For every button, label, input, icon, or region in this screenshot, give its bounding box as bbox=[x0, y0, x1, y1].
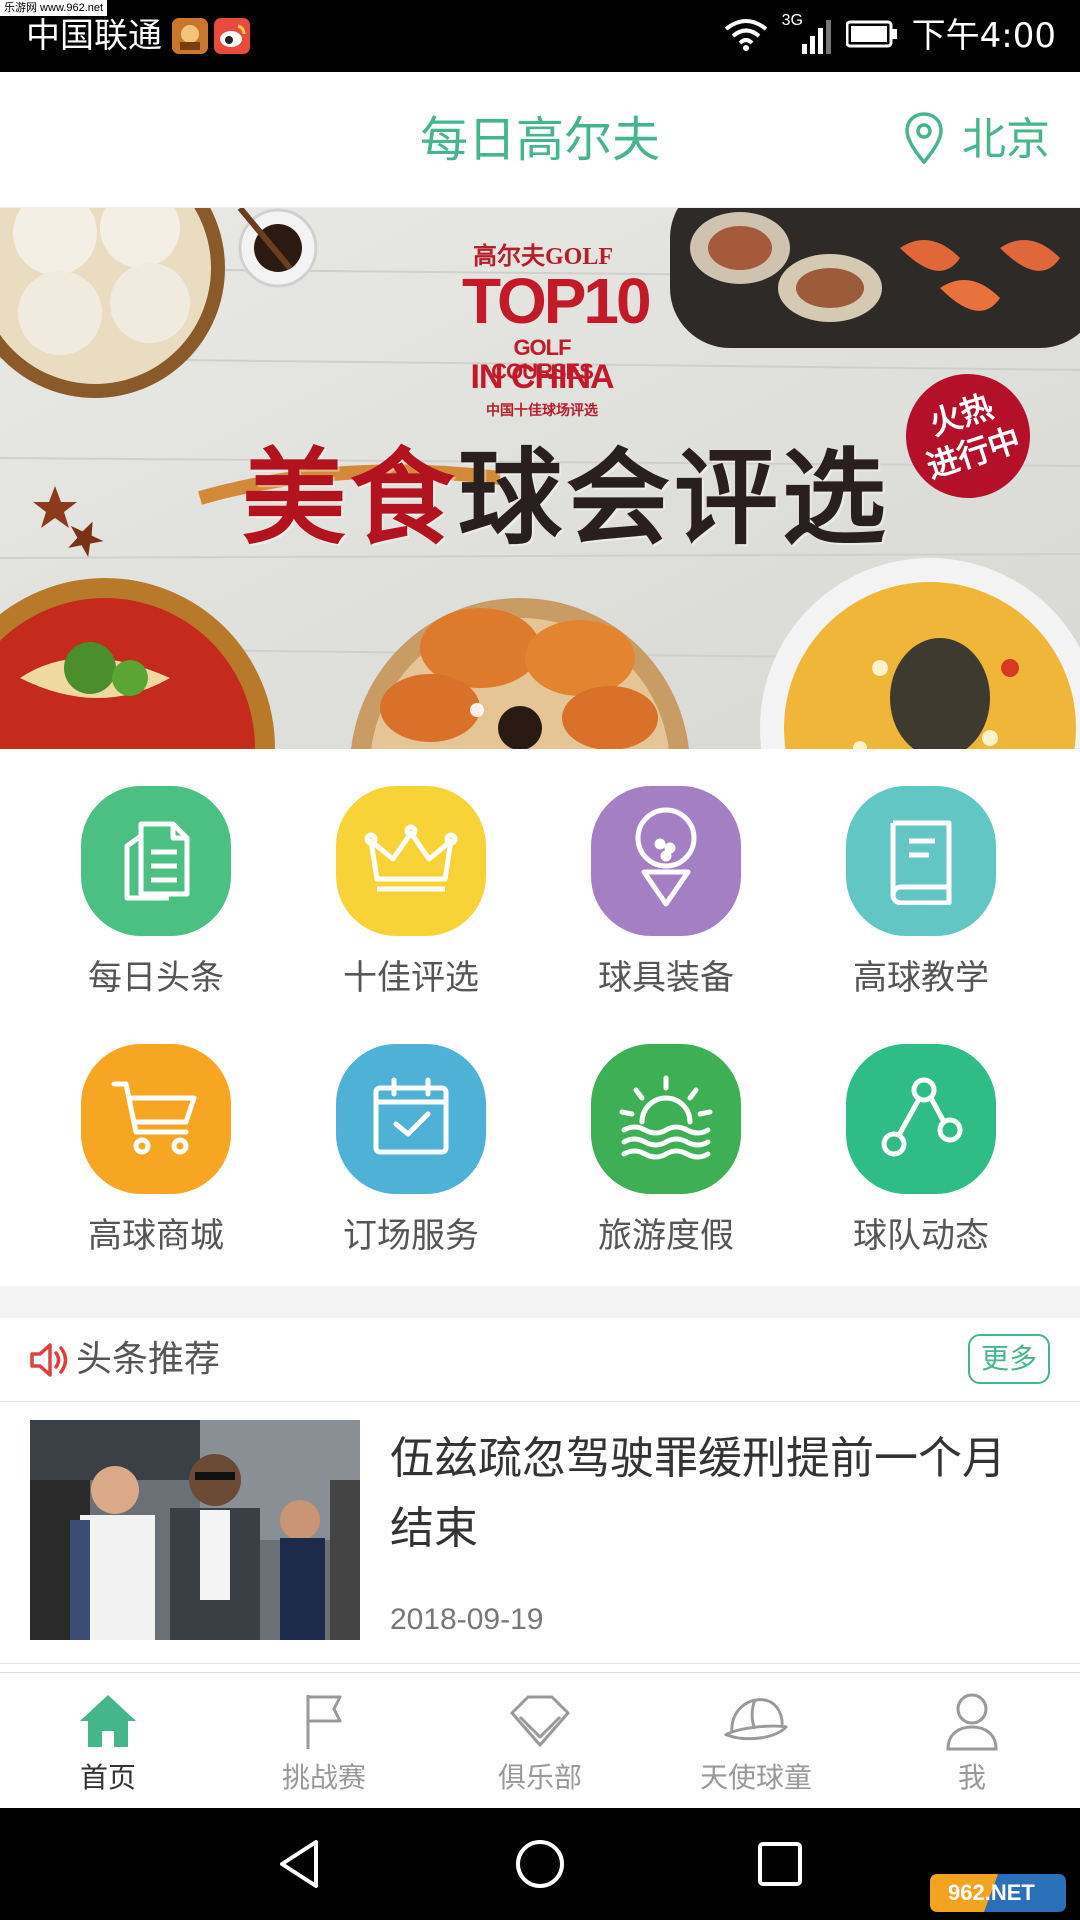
grid-label: 球具装备 bbox=[598, 958, 734, 998]
recents-button[interactable] bbox=[748, 1832, 812, 1896]
home-circle-icon bbox=[516, 1840, 564, 1888]
section-title: 头条推荐 bbox=[76, 1339, 221, 1380]
cap-icon bbox=[722, 1687, 790, 1755]
tab-label: 我 bbox=[957, 1761, 986, 1794]
back-triangle-icon bbox=[280, 1840, 318, 1888]
banner-headline-part2: 球会评选 bbox=[458, 436, 891, 559]
grid-label: 每日头条 bbox=[88, 958, 224, 998]
tab-label: 首页 bbox=[79, 1761, 136, 1794]
home-icon bbox=[74, 1687, 142, 1755]
banner-headline: 美食球会评选 bbox=[196, 428, 936, 568]
grid-label: 高球商城 bbox=[88, 1216, 224, 1256]
calendar-check-icon bbox=[366, 1072, 456, 1166]
signal-icon: 3G bbox=[782, 12, 832, 56]
tab-label: 俱乐部 bbox=[497, 1761, 582, 1794]
promo-banner[interactable]: 高尔夫GOLF TOP10 GOLF COURSES IN CHINA 中国十佳… bbox=[0, 208, 1080, 749]
status-indicators: 3G 下午4:00 bbox=[724, 12, 1056, 58]
diamond-icon bbox=[506, 1687, 574, 1755]
section-divider bbox=[0, 1286, 1080, 1318]
flag-icon bbox=[290, 1687, 358, 1755]
tab-label: 挑战赛 bbox=[281, 1761, 366, 1794]
bottom-tab-bar: 首页 挑战赛 俱乐部 天使球童 我 bbox=[0, 1672, 1080, 1808]
grid-icon-bg bbox=[336, 1044, 486, 1194]
grid-label: 球队动态 bbox=[853, 1216, 989, 1256]
wifi-icon bbox=[724, 17, 768, 55]
news-thumbnail bbox=[30, 1420, 360, 1640]
golf-ball-tee-icon bbox=[626, 804, 706, 918]
sunrise-icon bbox=[616, 1072, 716, 1166]
location-label: 北京 bbox=[962, 114, 1050, 165]
tab-caddie[interactable]: 天使球童 bbox=[648, 1673, 864, 1809]
share-nodes-icon bbox=[876, 1072, 966, 1166]
grid-icon-bg bbox=[591, 1044, 741, 1194]
status-bar: 乐游网 www.962.net 中国联通 3G 下午4:00 bbox=[0, 0, 1080, 72]
banner-top10: TOP10 bbox=[462, 265, 652, 337]
cart-icon bbox=[108, 1074, 204, 1164]
grid-icon-bg bbox=[81, 786, 231, 936]
system-nav-bar: 962.NET bbox=[0, 1808, 1080, 1920]
recents-square-icon bbox=[758, 1842, 802, 1886]
clock: 下午4:00 bbox=[911, 16, 1056, 56]
tab-me[interactable]: 我 bbox=[864, 1673, 1080, 1809]
site-logo: 962.NET bbox=[928, 1870, 1068, 1916]
news-title: 伍兹疏忽驾驶罪缓刑提前一个月结束 bbox=[390, 1433, 1006, 1554]
person-icon bbox=[938, 1687, 1006, 1755]
grid-icon-bg bbox=[336, 786, 486, 936]
grid-label: 十佳评选 bbox=[343, 958, 479, 998]
banner-in-china: IN CHINA bbox=[470, 358, 614, 396]
grid-label: 高球教学 bbox=[853, 958, 989, 998]
headlines-header: 头条推荐 更多 bbox=[0, 1318, 1080, 1402]
game-app-icon bbox=[172, 18, 208, 54]
grid-icon-bg bbox=[81, 1044, 231, 1194]
location-pin-icon bbox=[904, 111, 944, 169]
battery-icon bbox=[845, 20, 898, 52]
grid-icon-bg bbox=[591, 786, 741, 936]
document-icon bbox=[111, 814, 201, 908]
grid-label: 旅游度假 bbox=[598, 1216, 734, 1256]
svg-text:962.NET: 962.NET bbox=[948, 1880, 1035, 1905]
weibo-icon bbox=[214, 18, 250, 54]
crown-icon bbox=[363, 819, 459, 903]
back-button[interactable] bbox=[268, 1832, 332, 1896]
banner-subtitle: 中国十佳球场评选 bbox=[486, 403, 598, 419]
app-header: 每日高尔夫 北京 bbox=[0, 72, 1080, 208]
speaker-icon bbox=[28, 1340, 68, 1384]
grid-label: 订场服务 bbox=[343, 1216, 479, 1256]
app-screen: 乐游网 www.962.net 中国联通 3G 下午4:00 每日高尔夫 北京 … bbox=[0, 0, 1080, 1920]
grid-icon-bg bbox=[846, 786, 996, 936]
book-icon bbox=[879, 813, 963, 909]
location-selector[interactable]: 北京 bbox=[904, 110, 1050, 170]
news-item[interactable]: 伍兹疏忽驾驶罪缓刑提前一个月结束 2018-09-19 bbox=[0, 1402, 1080, 1664]
tab-home[interactable]: 首页 bbox=[0, 1673, 216, 1809]
tab-label: 天使球童 bbox=[699, 1761, 812, 1794]
banner-headline-part1: 美食 bbox=[241, 436, 458, 559]
tab-club[interactable]: 俱乐部 bbox=[432, 1673, 648, 1809]
grid-icon-bg bbox=[846, 1044, 996, 1194]
more-button[interactable]: 更多 bbox=[968, 1334, 1050, 1384]
carousel-dot[interactable] bbox=[470, 703, 484, 717]
home-nav-button[interactable] bbox=[508, 1832, 572, 1896]
news-date: 2018-09-19 bbox=[390, 1603, 544, 1636]
tab-challenge[interactable]: 挑战赛 bbox=[216, 1673, 432, 1809]
carrier-name: 中国联通 bbox=[26, 16, 162, 56]
